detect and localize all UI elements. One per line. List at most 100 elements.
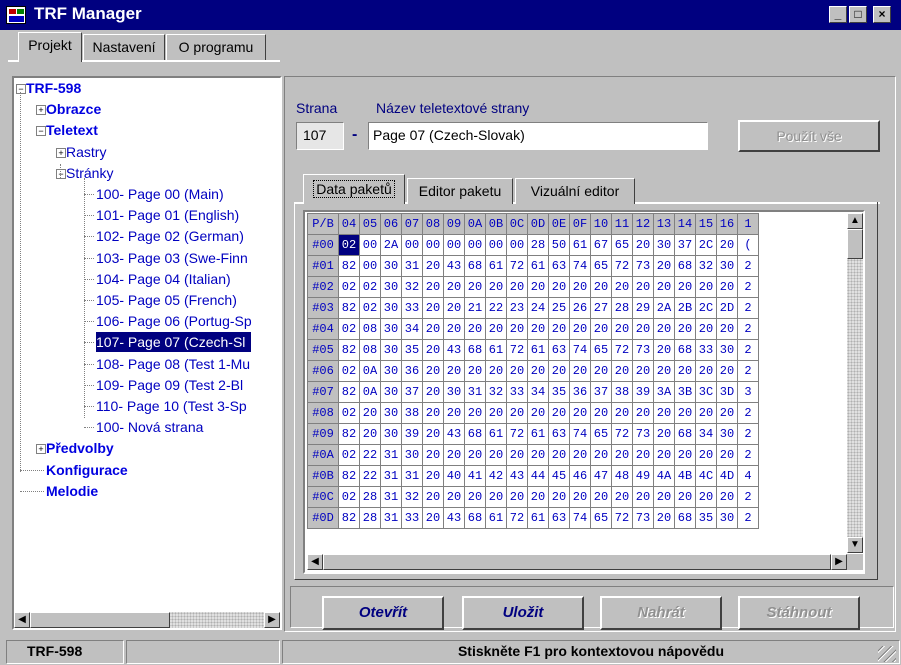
grid-cell[interactable]: 4B — [674, 465, 696, 487]
grid-cell[interactable]: 25 — [548, 297, 570, 319]
grid-cell[interactable]: 82 — [338, 297, 360, 319]
grid-cell[interactable]: 30 — [653, 234, 675, 256]
grid-cell[interactable]: 44 — [527, 465, 549, 487]
grid-cell[interactable]: 2 — [737, 444, 759, 466]
grid-cell[interactable]: 20 — [506, 276, 528, 298]
grid-cell[interactable]: 20 — [569, 360, 591, 382]
grid-cell[interactable]: 73 — [632, 507, 654, 529]
tree-item[interactable]: Stránky — [66, 163, 113, 183]
grid-cell[interactable]: 43 — [443, 507, 465, 529]
grid-cell[interactable]: 74 — [569, 339, 591, 361]
grid-cell[interactable]: 65 — [590, 423, 612, 445]
grid-cell[interactable]: 61 — [527, 255, 549, 277]
grid-cell[interactable]: 20 — [548, 276, 570, 298]
grid-cell[interactable]: 20 — [590, 444, 612, 466]
title-bar[interactable]: TRF Manager _ □ × — [0, 0, 901, 30]
upload-button[interactable]: Nahrát — [600, 596, 722, 630]
grid-cell[interactable]: 82 — [338, 381, 360, 403]
grid-cell[interactable]: 28 — [527, 234, 549, 256]
scroll-right-icon[interactable]: ▶ — [831, 554, 847, 570]
grid-cell[interactable]: 20 — [632, 444, 654, 466]
row-header[interactable]: #01 — [307, 255, 339, 277]
grid-cell[interactable]: 30 — [380, 360, 402, 382]
grid-cell[interactable]: 68 — [674, 423, 696, 445]
grid-cell[interactable]: 33 — [506, 381, 528, 403]
grid-cell[interactable]: 20 — [464, 402, 486, 424]
grid-cell[interactable]: 20 — [527, 444, 549, 466]
grid-hscrollbar[interactable]: ◀ ▶ — [307, 554, 847, 570]
scroll-thumb[interactable] — [323, 554, 831, 570]
grid-cell[interactable]: 30 — [716, 423, 738, 445]
grid-cell[interactable]: 20 — [590, 486, 612, 508]
grid-cell[interactable]: 3C — [695, 381, 717, 403]
grid-cell[interactable]: 61 — [569, 234, 591, 256]
grid-cell[interactable]: 2 — [737, 402, 759, 424]
tab-editor-paketu[interactable]: Editor paketu — [407, 178, 513, 204]
tree-item[interactable]: 103- Page 03 (Swe-Finn — [96, 248, 248, 268]
grid-cell[interactable]: 38 — [611, 381, 633, 403]
tree-hscrollbar[interactable]: ◀ ▶ — [14, 612, 280, 628]
grid-cell[interactable]: 20 — [674, 444, 696, 466]
grid-cell[interactable]: 47 — [590, 465, 612, 487]
open-button[interactable]: Otevřít — [322, 596, 444, 630]
row-header[interactable]: #06 — [307, 360, 339, 382]
grid-cell[interactable]: 3B — [674, 381, 696, 403]
grid-cell[interactable]: 68 — [464, 339, 486, 361]
grid-cell[interactable]: 49 — [632, 465, 654, 487]
grid-cell[interactable]: 74 — [569, 255, 591, 277]
grid-cell[interactable]: 20 — [506, 360, 528, 382]
scroll-thumb[interactable] — [30, 612, 170, 628]
grid-cell[interactable]: 02 — [338, 444, 360, 466]
grid-cell[interactable]: 20 — [464, 360, 486, 382]
grid-cell[interactable]: 20 — [653, 423, 675, 445]
grid-cell[interactable]: 65 — [590, 255, 612, 277]
grid-cell[interactable]: 61 — [485, 255, 507, 277]
grid-cell[interactable]: 72 — [506, 507, 528, 529]
row-header[interactable]: #0D — [307, 507, 339, 529]
grid-cell[interactable]: 30 — [380, 276, 402, 298]
grid-cell[interactable]: 72 — [506, 423, 528, 445]
apply-all-button[interactable]: Použít vše — [738, 120, 880, 152]
grid-cell[interactable]: 34 — [527, 381, 549, 403]
grid-cell[interactable]: 20 — [674, 486, 696, 508]
grid-cell[interactable]: 20 — [527, 402, 549, 424]
grid-cell[interactable]: 0A — [359, 360, 381, 382]
grid-cell[interactable]: 20 — [695, 444, 717, 466]
grid-cell[interactable]: 28 — [611, 297, 633, 319]
grid-cell[interactable]: 82 — [338, 507, 360, 529]
grid-cell[interactable]: 2 — [737, 297, 759, 319]
grid-cell[interactable]: 02 — [338, 276, 360, 298]
grid-cell[interactable]: 20 — [632, 234, 654, 256]
grid-cell[interactable]: 20 — [590, 276, 612, 298]
grid-cell[interactable]: 20 — [611, 444, 633, 466]
page-number-field[interactable]: 107 — [296, 122, 344, 150]
tab-nastaveni[interactable]: Nastavení — [83, 34, 165, 60]
grid-cell[interactable]: 20 — [422, 339, 444, 361]
grid-cell[interactable]: 63 — [548, 507, 570, 529]
grid-cell[interactable]: 30 — [716, 507, 738, 529]
grid-cell[interactable]: 02 — [359, 276, 381, 298]
grid-cell[interactable]: 23 — [506, 297, 528, 319]
grid-vscrollbar[interactable]: ▲ ▼ — [847, 213, 863, 553]
tab-data-paketu[interactable]: Data paketů — [303, 174, 405, 204]
grid-cell[interactable]: 30 — [380, 339, 402, 361]
grid-cell[interactable]: 20 — [485, 402, 507, 424]
column-header[interactable]: 12 — [632, 213, 654, 235]
grid-cell[interactable]: 20 — [632, 360, 654, 382]
tree-item[interactable]: 107- Page 07 (Czech-Sl — [96, 332, 252, 353]
column-header[interactable]: 1 — [737, 213, 759, 235]
grid-cell[interactable]: 45 — [548, 465, 570, 487]
grid-cell[interactable]: 20 — [527, 318, 549, 340]
expand-icon[interactable]: + — [56, 147, 66, 158]
grid-cell[interactable]: 20 — [695, 360, 717, 382]
tree-item[interactable]: Melodie — [46, 481, 98, 501]
save-button[interactable]: Uložit — [462, 596, 584, 630]
grid-cell[interactable]: 65 — [611, 234, 633, 256]
grid-cell[interactable]: 28 — [359, 507, 381, 529]
column-header[interactable]: 11 — [611, 213, 633, 235]
grid-cell[interactable]: 41 — [464, 465, 486, 487]
grid-cell[interactable]: 26 — [569, 297, 591, 319]
minimize-button[interactable]: _ — [829, 6, 847, 23]
tab-projekt[interactable]: Projekt — [18, 32, 82, 62]
column-header[interactable]: 0E — [548, 213, 570, 235]
